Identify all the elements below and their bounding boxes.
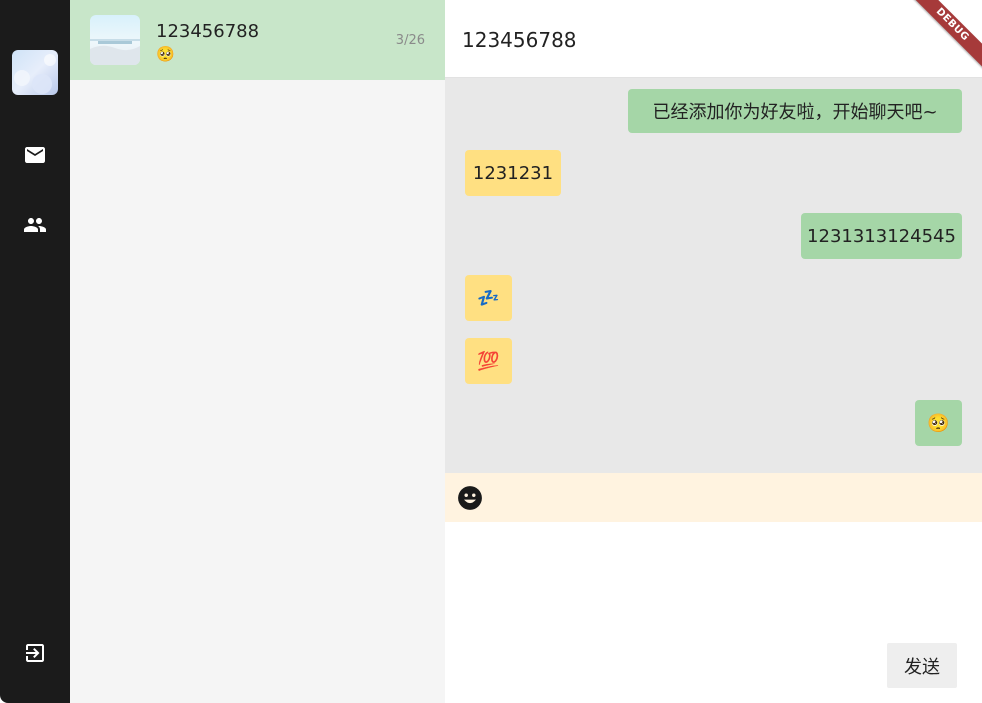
message-bubble-received: 1231231 <box>465 150 561 196</box>
sidebar-rail <box>0 0 70 703</box>
chat-toolbar <box>445 473 982 522</box>
message-bubble-received: 💤 <box>465 275 512 321</box>
message-bubble-received: 💯 <box>465 338 512 384</box>
conversation-item[interactable]: 123456788 🥺 3/26 <box>70 0 445 80</box>
message-input[interactable] <box>457 532 971 646</box>
chat-title: 123456788 <box>462 28 577 52</box>
chat-app: 123456788 🥺 3/26 123456788 已经添加你为好友啦，开始聊… <box>0 0 982 703</box>
chat-panel: 123456788 已经添加你为好友啦，开始聊天吧~ 1231231 12313… <box>445 0 982 703</box>
message-input-area: 发送 <box>445 522 982 703</box>
thumbnail-image <box>90 15 140 65</box>
avatar-image <box>12 50 58 95</box>
emoji-icon <box>458 486 482 510</box>
emoji-button[interactable] <box>457 485 483 511</box>
nav-messages-button[interactable] <box>22 142 48 168</box>
message-bubble-sent: 已经添加你为好友啦，开始聊天吧~ <box>628 89 962 133</box>
conversation-list: 123456788 🥺 3/26 <box>70 0 445 703</box>
message-bubble-sent: 🥺 <box>915 400 962 446</box>
message-list: 已经添加你为好友啦，开始聊天吧~ 1231231 1231313124545 💤… <box>445 78 982 473</box>
conversation-thumbnail <box>90 15 140 65</box>
logout-icon <box>26 644 44 662</box>
conversation-name: 123456788 <box>156 21 260 42</box>
people-icon <box>24 218 46 232</box>
logout-button[interactable] <box>22 640 48 666</box>
send-button[interactable]: 发送 <box>887 643 957 688</box>
message-bubble-sent: 1231313124545 <box>801 213 962 259</box>
mail-icon <box>25 147 45 163</box>
user-avatar[interactable] <box>12 50 58 95</box>
conversation-preview: 🥺 <box>156 45 175 63</box>
chat-header: 123456788 <box>445 0 982 78</box>
nav-contacts-button[interactable] <box>22 212 48 238</box>
conversation-date: 3/26 <box>395 33 425 48</box>
